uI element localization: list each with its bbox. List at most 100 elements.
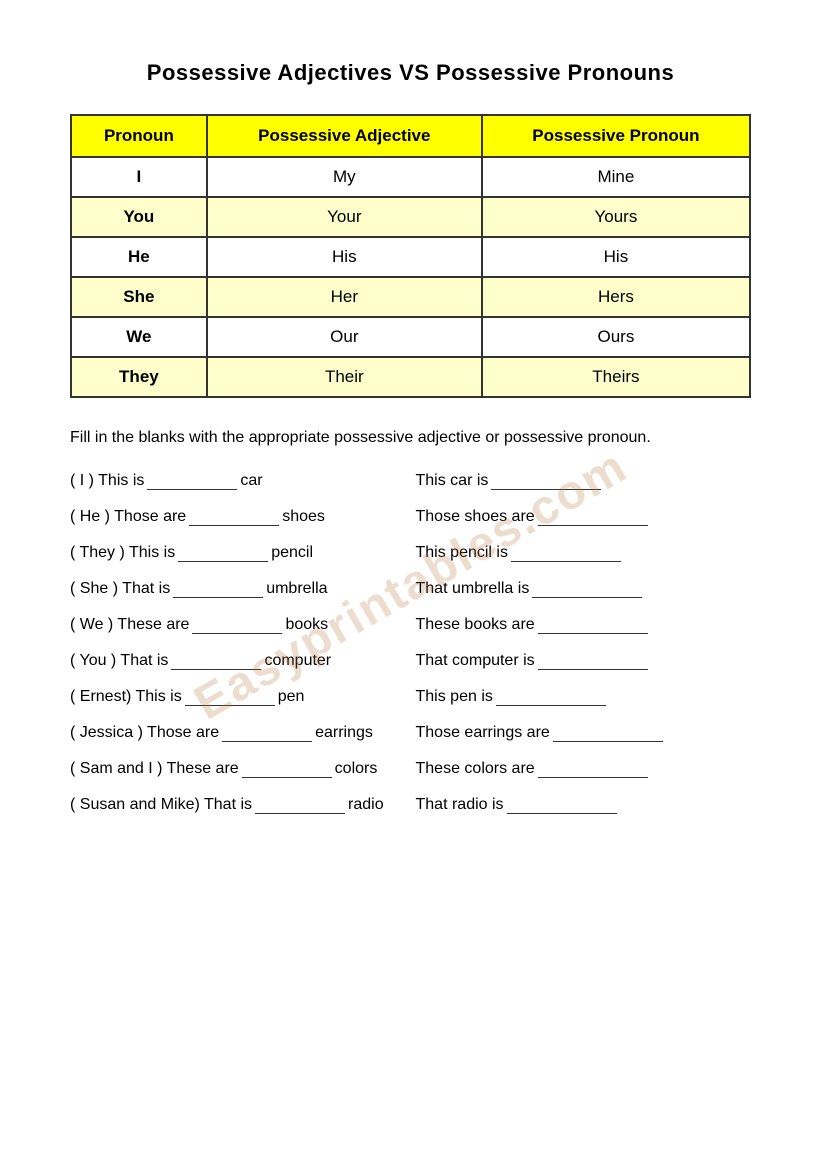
table-cell: She	[71, 277, 207, 317]
exercise-left-prefix: ( He ) Those are	[70, 508, 186, 526]
exercise-left: ( You ) That is computer	[70, 652, 406, 670]
exercise-row: ( Ernest) This is pen This pen is	[70, 688, 751, 706]
table-cell: Their	[207, 357, 482, 397]
exercise-right-prefix: Those earrings are	[416, 724, 550, 742]
table-cell: Yours	[482, 197, 750, 237]
exercise-left: ( Sam and I ) These are colors	[70, 760, 406, 778]
exercise-right-prefix: That computer is	[416, 652, 535, 670]
exercise-left-prefix: ( Ernest) This is	[70, 688, 182, 706]
exercise-row: ( She ) That is umbrella That umbrella is	[70, 580, 751, 598]
exercise-row: ( We ) These are books These books are	[70, 616, 751, 634]
exercise-right-prefix: Those shoes are	[416, 508, 535, 526]
exercise-left-prefix: ( We ) These are	[70, 616, 189, 634]
exercise-left: ( They ) This is pencil	[70, 544, 406, 562]
table-cell: Mine	[482, 157, 750, 197]
table-cell: My	[207, 157, 482, 197]
exercise-left-suffix: shoes	[282, 508, 325, 526]
exercise-right-prefix: That umbrella is	[416, 580, 530, 598]
exercise-blank-adjective[interactable]	[242, 760, 332, 778]
grammar-table: PronounPossessive AdjectivePossessive Pr…	[70, 114, 751, 398]
exercise-left: ( Susan and Mike) That is radio	[70, 796, 406, 814]
exercise-right-prefix: This pen is	[416, 688, 493, 706]
exercise-row: ( I ) This is car This car is	[70, 472, 751, 490]
exercise-row: ( You ) That is computer That computer is	[70, 652, 751, 670]
table-header: Pronoun	[71, 115, 207, 157]
table-header: Possessive Adjective	[207, 115, 482, 157]
exercise-right-prefix: These books are	[416, 616, 535, 634]
table-cell: His	[482, 237, 750, 277]
exercise-left-prefix: ( Susan and Mike) That is	[70, 796, 252, 814]
exercise-left: ( I ) This is car	[70, 472, 406, 490]
table-cell: Theirs	[482, 357, 750, 397]
exercise-row: ( He ) Those are shoes Those shoes are	[70, 508, 751, 526]
exercise-right: These colors are	[416, 760, 752, 778]
exercise-left: ( She ) That is umbrella	[70, 580, 406, 598]
exercise-left-prefix: ( Sam and I ) These are	[70, 760, 239, 778]
exercise-left-suffix: umbrella	[266, 580, 327, 598]
exercise-left-suffix: pen	[278, 688, 305, 706]
exercises-container: ( I ) This is car This car is ( He ) Thos…	[70, 472, 751, 814]
exercise-right: This pen is	[416, 688, 752, 706]
exercise-row: ( Jessica ) Those are earrings Those earr…	[70, 724, 751, 742]
exercise-blank-adjective[interactable]	[173, 580, 263, 598]
exercise-left-suffix: colors	[335, 760, 378, 778]
exercise-row: ( Sam and I ) These are colors These colo…	[70, 760, 751, 778]
exercise-blank-pronoun[interactable]	[538, 616, 648, 634]
exercise-left-prefix: ( They ) This is	[70, 544, 175, 562]
exercise-blank-adjective[interactable]	[185, 688, 275, 706]
table-cell: Our	[207, 317, 482, 357]
exercise-blank-pronoun[interactable]	[496, 688, 606, 706]
page-title: Possessive Adjectives VS Possessive Pron…	[70, 60, 751, 86]
exercise-right: This pencil is	[416, 544, 752, 562]
exercise-blank-pronoun[interactable]	[491, 472, 601, 490]
exercise-right-prefix: That radio is	[416, 796, 504, 814]
exercise-left: ( We ) These are books	[70, 616, 406, 634]
exercise-left-suffix: computer	[264, 652, 331, 670]
exercise-blank-pronoun[interactable]	[538, 508, 648, 526]
exercise-left-suffix: car	[240, 472, 262, 490]
instructions: Fill in the blanks with the appropriate …	[70, 426, 751, 450]
exercise-left-suffix: earrings	[315, 724, 373, 742]
table-cell: His	[207, 237, 482, 277]
exercise-blank-adjective[interactable]	[222, 724, 312, 742]
exercise-left-suffix: books	[285, 616, 328, 634]
exercise-blank-adjective[interactable]	[171, 652, 261, 670]
exercise-left-prefix: ( Jessica ) Those are	[70, 724, 219, 742]
exercise-blank-pronoun[interactable]	[507, 796, 617, 814]
exercise-blank-pronoun[interactable]	[532, 580, 642, 598]
exercise-right-prefix: This car is	[416, 472, 489, 490]
exercise-right: That computer is	[416, 652, 752, 670]
exercise-left: ( Ernest) This is pen	[70, 688, 406, 706]
exercise-blank-adjective[interactable]	[178, 544, 268, 562]
exercise-blank-pronoun[interactable]	[538, 652, 648, 670]
table-cell: He	[71, 237, 207, 277]
table-cell: You	[71, 197, 207, 237]
exercise-blank-adjective[interactable]	[192, 616, 282, 634]
exercise-left-prefix: ( She ) That is	[70, 580, 170, 598]
exercise-right: This car is	[416, 472, 752, 490]
exercise-blank-adjective[interactable]	[147, 472, 237, 490]
table-cell: Ours	[482, 317, 750, 357]
exercise-blank-pronoun[interactable]	[511, 544, 621, 562]
exercise-left: ( He ) Those are shoes	[70, 508, 406, 526]
exercise-blank-pronoun[interactable]	[538, 760, 648, 778]
exercise-blank-pronoun[interactable]	[553, 724, 663, 742]
exercise-row: ( They ) This is pencil This pencil is	[70, 544, 751, 562]
exercise-blank-adjective[interactable]	[189, 508, 279, 526]
exercise-right-prefix: These colors are	[416, 760, 535, 778]
exercise-right: Those shoes are	[416, 508, 752, 526]
table-cell: They	[71, 357, 207, 397]
exercise-left: ( Jessica ) Those are earrings	[70, 724, 406, 742]
exercise-left-prefix: ( I ) This is	[70, 472, 144, 490]
exercise-left-prefix: ( You ) That is	[70, 652, 168, 670]
exercise-right: That umbrella is	[416, 580, 752, 598]
exercise-blank-adjective[interactable]	[255, 796, 345, 814]
table-cell: We	[71, 317, 207, 357]
exercise-row: ( Susan and Mike) That is radio That radi…	[70, 796, 751, 814]
exercise-right-prefix: This pencil is	[416, 544, 508, 562]
exercise-right: These books are	[416, 616, 752, 634]
table-header: Possessive Pronoun	[482, 115, 750, 157]
exercise-right: That radio is	[416, 796, 752, 814]
exercise-right: Those earrings are	[416, 724, 752, 742]
exercise-left-suffix: pencil	[271, 544, 313, 562]
